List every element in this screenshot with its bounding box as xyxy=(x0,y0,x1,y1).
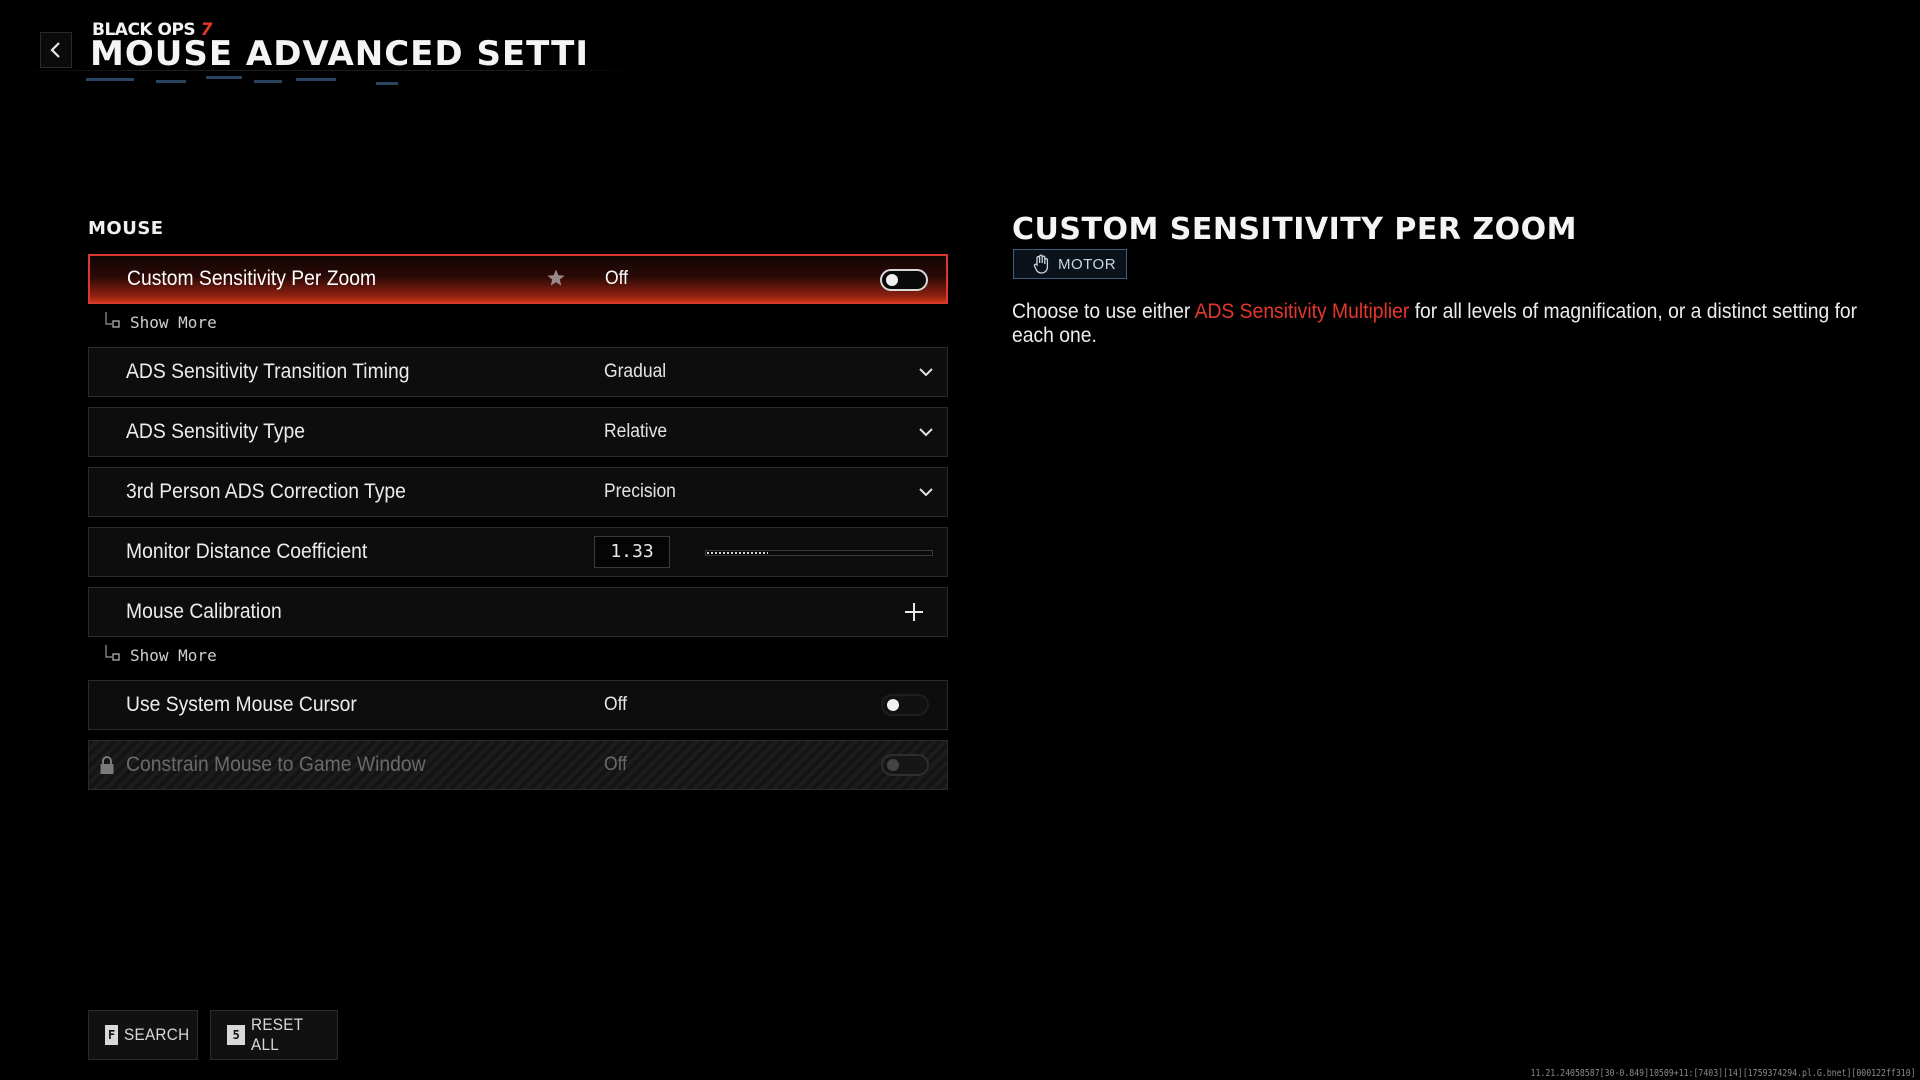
setting-row-mouse-calibration[interactable]: Mouse Calibration xyxy=(88,587,948,637)
chevron-down-icon[interactable] xyxy=(917,423,935,441)
setting-value: Precision xyxy=(604,481,676,502)
setting-row-ads-sensitivity-type[interactable]: ADS Sensitivity Type Relative xyxy=(88,407,948,457)
setting-label: 3rd Person ADS Correction Type xyxy=(126,480,406,503)
header-divider xyxy=(10,70,640,71)
chevron-left-icon xyxy=(50,42,60,58)
expand-plus-icon[interactable] xyxy=(903,601,925,623)
custom-sensitivity-toggle[interactable] xyxy=(880,269,928,291)
search-button[interactable]: F SEARCH xyxy=(88,1010,198,1060)
show-more-label: Show More xyxy=(130,645,217,665)
setting-value: Gradual xyxy=(604,361,667,382)
setting-row-monitor-distance-coefficient[interactable]: Monitor Distance Coefficient 1.33 xyxy=(88,527,948,577)
keybind-badge: 5 xyxy=(227,1025,246,1045)
toggle-knob xyxy=(887,699,899,711)
detail-description: Choose to use either ADS Sensitivity Mul… xyxy=(1012,300,1858,347)
build-info: 11.21.24058587[30-0.849]10509+11:[7403][… xyxy=(1530,1068,1916,1079)
lock-icon xyxy=(100,756,114,774)
detail-title: CUSTOM SENSITIVITY PER ZOOM xyxy=(1012,212,1577,247)
setting-row-3rd-person-ads-correction[interactable]: 3rd Person ADS Correction Type Precision xyxy=(88,467,948,517)
hand-icon xyxy=(1033,254,1049,274)
monitor-distance-slider[interactable] xyxy=(705,550,933,556)
slider-fill xyxy=(707,552,769,554)
setting-label: Custom Sensitivity Per Zoom xyxy=(127,267,377,290)
setting-label: ADS Sensitivity Type xyxy=(126,420,305,443)
setting-label: Constrain Mouse to Game Window xyxy=(126,753,426,776)
tree-branch-icon xyxy=(105,312,120,328)
motor-tag: MOTOR xyxy=(1013,249,1127,279)
setting-row-constrain-mouse: Constrain Mouse to Game Window Off xyxy=(88,740,948,790)
chevron-down-icon[interactable] xyxy=(917,483,935,501)
setting-value: Off xyxy=(604,754,627,775)
setting-value: Off xyxy=(604,694,627,715)
tag-label: MOTOR xyxy=(1058,255,1117,273)
show-more-link[interactable]: Show More xyxy=(104,643,217,667)
show-more-label: Show More xyxy=(130,312,217,332)
description-highlight: ADS Sensitivity Multiplier xyxy=(1194,300,1410,323)
chevron-down-icon[interactable] xyxy=(917,363,935,381)
header-glitch-decoration xyxy=(86,74,646,90)
setting-label: Use System Mouse Cursor xyxy=(126,693,357,716)
tree-branch-icon xyxy=(105,645,120,661)
back-button[interactable] xyxy=(40,32,72,68)
setting-label: Monitor Distance Coefficient xyxy=(126,540,368,563)
reset-all-button[interactable]: 5 RESET ALL xyxy=(210,1010,338,1060)
setting-row-ads-transition-timing[interactable]: ADS Sensitivity Transition Timing Gradua… xyxy=(88,347,948,397)
constrain-mouse-toggle xyxy=(881,754,929,776)
setting-value: Off xyxy=(605,268,628,289)
setting-row-use-system-mouse-cursor[interactable]: Use System Mouse Cursor Off xyxy=(88,680,948,730)
search-label: SEARCH xyxy=(124,1025,190,1044)
section-title: MOUSE xyxy=(88,218,164,239)
keybind-badge: F xyxy=(105,1025,119,1045)
page-title: MOUSE ADVANCED SETTINGS xyxy=(90,34,592,74)
setting-value: Relative xyxy=(604,421,668,442)
reset-all-label: RESET ALL xyxy=(251,1015,304,1054)
setting-row-custom-sensitivity-per-zoom[interactable]: Custom Sensitivity Per Zoom Off xyxy=(88,254,948,304)
system-cursor-toggle[interactable] xyxy=(881,694,929,716)
toggle-knob xyxy=(887,759,899,771)
toggle-knob xyxy=(886,274,898,286)
setting-label: Mouse Calibration xyxy=(126,600,282,623)
monitor-distance-value-input[interactable]: 1.33 xyxy=(594,536,670,568)
show-more-link[interactable]: Show More xyxy=(104,310,217,334)
favorite-star-icon[interactable] xyxy=(546,268,566,288)
setting-label: ADS Sensitivity Transition Timing xyxy=(126,360,410,383)
